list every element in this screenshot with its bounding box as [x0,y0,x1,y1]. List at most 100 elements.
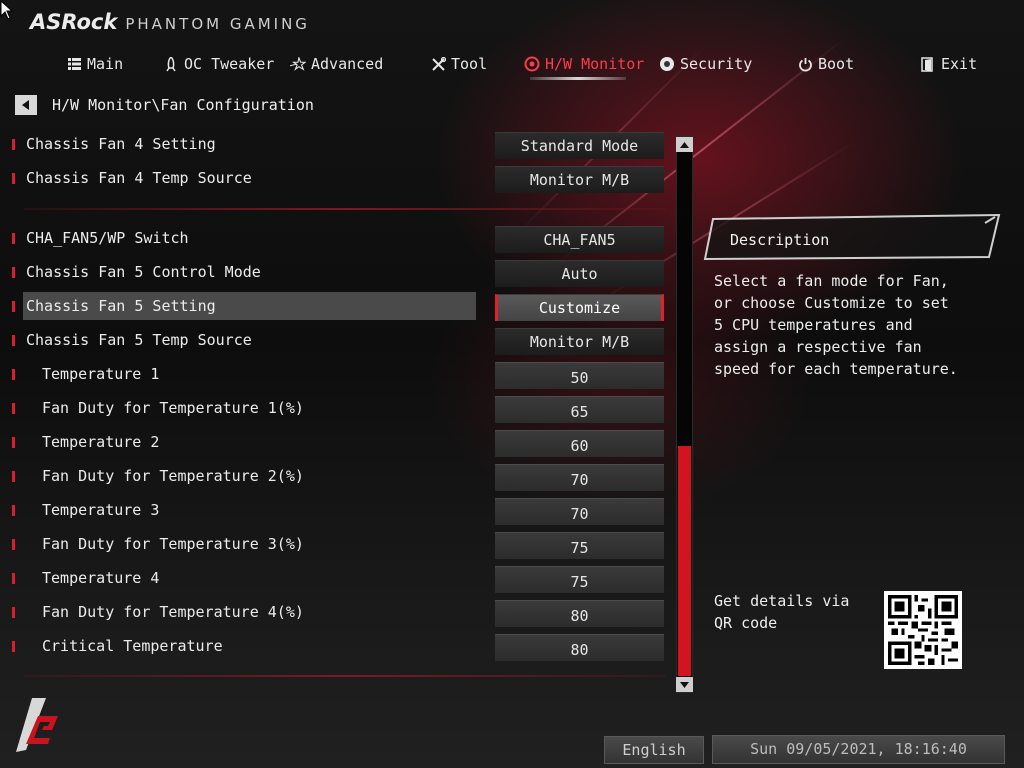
tab-advanced-label: Advanced [311,55,384,73]
setting-value[interactable]: 60 [495,430,664,457]
setting-label: Fan Duty for Temperature 4(%) [42,603,304,621]
row-marker [12,173,15,184]
setting-label: Temperature 1 [42,365,160,383]
list-icon [66,56,82,72]
tab-boot[interactable]: Boot [797,50,854,78]
qr-code-icon [888,595,958,665]
language-button[interactable]: English [604,736,704,764]
setting-temperature-3[interactable]: Temperature 3 70 [0,495,670,525]
setting-label: Temperature 2 [42,433,160,451]
setting-value[interactable]: Monitor M/B [495,328,664,355]
setting-value[interactable]: 80 [495,600,664,627]
row-marker [12,335,15,346]
row-marker [12,505,15,516]
top-nav: Main OC Tweaker Advanced Tool H/W Monito… [0,50,1024,82]
section-divider [24,675,666,677]
setting-chassis-fan5-control-mode[interactable]: Chassis Fan 5 Control Mode Auto [0,257,670,287]
setting-label: Chassis Fan 5 Setting [26,297,216,315]
row-marker [12,233,15,244]
active-tab-indicator [530,77,626,80]
section-divider [24,208,666,210]
setting-value[interactable]: 50 [495,362,664,389]
setting-value[interactable]: 70 [495,464,664,491]
brand-name: ASRock [30,10,118,34]
row-marker [12,641,15,652]
setting-chassis-fan5-temp-source[interactable]: Chassis Fan 5 Temp Source Monitor M/B [0,325,670,355]
row-marker [12,139,15,150]
arrow-down-icon [680,681,689,688]
setting-value[interactable]: Standard Mode [495,132,664,159]
tab-oc-tweaker[interactable]: OC Tweaker [163,50,274,78]
breadcrumb: H/W Monitor\Fan Configuration [15,94,314,116]
setting-chassis-fan5-setting[interactable]: Chassis Fan 5 Setting Customize [0,291,670,321]
shield-icon [659,56,675,72]
row-marker [12,471,15,482]
brand-subtitle: PHANTOM GAMING [125,15,310,33]
row-marker [12,369,15,380]
setting-fan-duty-2[interactable]: Fan Duty for Temperature 2(%) 70 [0,461,670,491]
exit-door-icon [920,56,936,72]
setting-label: CHA_FAN5/WP Switch [26,229,189,247]
setting-label: Chassis Fan 5 Control Mode [26,263,261,281]
setting-value[interactable]: 65 [495,396,664,423]
mouse-cursor-icon [0,0,14,20]
setting-chassis-fan4-temp-source[interactable]: Chassis Fan 4 Temp Source Monitor M/B [0,163,670,193]
setting-critical-temperature[interactable]: Critical Temperature 80 [0,631,670,661]
scrollbar-thumb[interactable] [678,446,691,676]
row-marker [12,267,15,278]
setting-label: Temperature 4 [42,569,160,587]
brand-logo: ASRock PHANTOM GAMING [30,10,310,34]
tab-security[interactable]: Security [659,50,752,78]
setting-label: Chassis Fan 5 Temp Source [26,331,252,349]
settings-list: Chassis Fan 4 Setting Standard Mode Chas… [0,128,700,688]
breadcrumb-path: H/W Monitor\Fan Configuration [52,96,314,114]
row-marker [12,607,15,618]
setting-label: Temperature 3 [42,501,160,519]
setting-label: Chassis Fan 4 Temp Source [26,169,252,187]
tab-exit[interactable]: Exit [920,50,977,78]
setting-cha-fan5-wp-switch[interactable]: CHA_FAN5/WP Switch CHA_FAN5 [0,223,670,253]
tab-hw-monitor[interactable]: H/W Monitor [524,50,644,78]
tab-tool[interactable]: Tool [430,50,487,78]
scroll-up-button[interactable] [676,137,693,152]
setting-value[interactable]: 75 [495,532,664,559]
arrow-up-icon [680,141,689,148]
setting-fan-duty-3[interactable]: Fan Duty for Temperature 3(%) 75 [0,529,670,559]
tab-hw-monitor-label: H/W Monitor [545,55,645,73]
tab-boot-label: Boot [818,55,855,73]
datetime-display: Sun 09/05/2021, 18:16:40 [712,735,1005,764]
setting-value[interactable]: Monitor M/B [495,166,664,193]
tab-tool-label: Tool [451,55,488,73]
setting-temperature-2[interactable]: Temperature 2 60 [0,427,670,457]
setting-chassis-fan4-setting[interactable]: Chassis Fan 4 Setting Standard Mode [0,129,670,159]
setting-value[interactable]: Customize [495,294,664,321]
setting-value[interactable]: Auto [495,260,664,287]
row-marker [12,539,15,550]
setting-temperature-4[interactable]: Temperature 4 75 [0,563,670,593]
setting-fan-duty-4[interactable]: Fan Duty for Temperature 4(%) 80 [0,597,670,627]
row-marker [12,573,15,584]
tab-main[interactable]: Main [66,50,123,78]
setting-value[interactable]: CHA_FAN5 [495,226,664,253]
qr-code [884,591,962,669]
power-icon [797,56,813,72]
setting-temperature-1[interactable]: Temperature 1 50 [0,359,670,389]
setting-value[interactable]: 75 [495,566,664,593]
description-text: Select a fan mode for Fan, or choose Cus… [714,272,958,378]
qr-caption: Get details via QR code [714,592,850,632]
setting-fan-duty-1[interactable]: Fan Duty for Temperature 1(%) 65 [0,393,670,423]
tools-icon [430,56,446,72]
row-marker [12,301,15,312]
tab-security-label: Security [680,55,753,73]
description-title: Description [730,231,830,249]
setting-value[interactable]: 70 [495,498,664,525]
back-button[interactable] [15,95,37,115]
setting-label: Fan Duty for Temperature 1(%) [42,399,304,417]
setting-value[interactable]: 80 [495,634,664,661]
monitor-gauge-icon [524,56,540,72]
star-icon [290,56,306,72]
tab-advanced[interactable]: Advanced [290,50,383,78]
scroll-down-button[interactable] [676,677,693,692]
setting-label: Fan Duty for Temperature 3(%) [42,535,304,553]
tab-oc-tweaker-label: OC Tweaker [184,55,275,73]
